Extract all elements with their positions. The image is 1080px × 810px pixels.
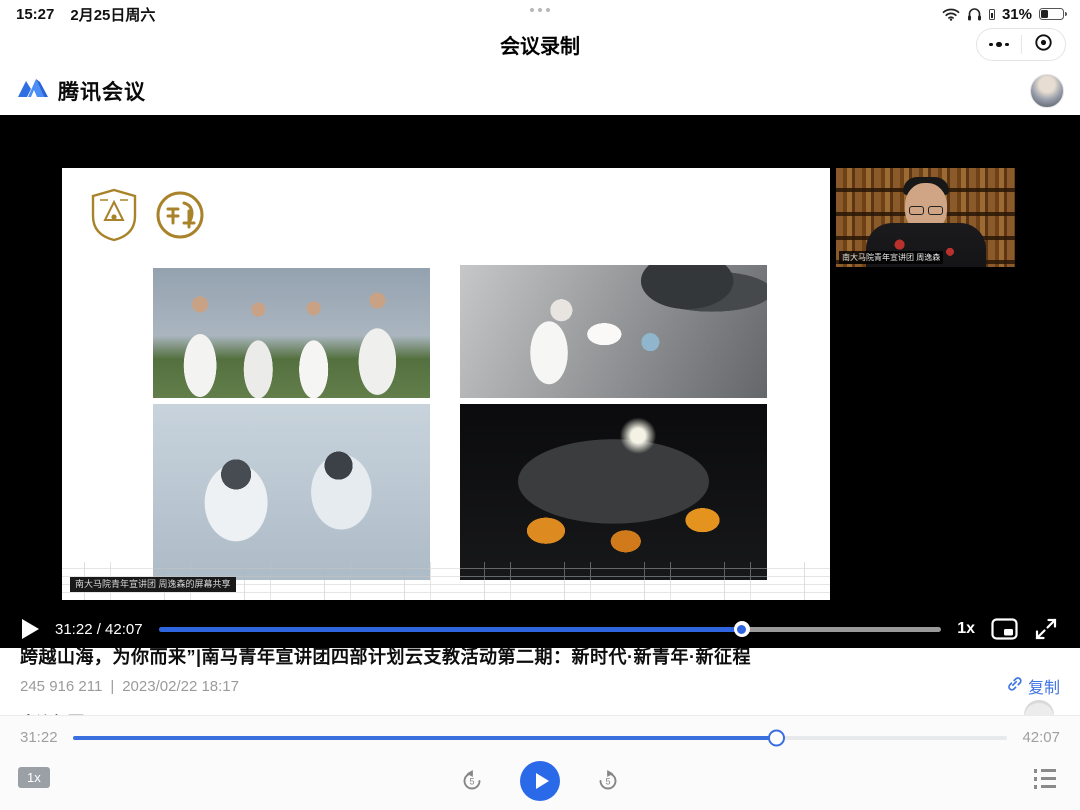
accessory-battery-icon <box>989 9 995 20</box>
total-time-label: 42:07 <box>1022 729 1060 746</box>
brand-name: 腾讯会议 <box>58 76 146 106</box>
recording-datetime: 2023/02/22 18:17 <box>122 678 239 695</box>
play-button[interactable] <box>520 761 560 801</box>
audio-progress-track[interactable] <box>73 736 1008 740</box>
speaker-video-tile[interactable]: 南大马院青年宣讲团 周逸森 <box>836 168 1015 267</box>
battery-percent: 31% <box>1002 6 1032 23</box>
chapter-list-icon[interactable] <box>1034 769 1057 789</box>
screen-share-watermark: 南大马院青年宣讲团 周逸森的屏幕共享 <box>70 577 236 592</box>
exit-record-button[interactable] <box>1022 29 1066 60</box>
university-shield-logo-icon <box>90 188 138 247</box>
recording-info: 跨越山海，为你而来”|南马青年宣讲团四部计划云支教活动第二期：新时代·新青年·新… <box>0 648 1080 716</box>
audio-progress-fill <box>73 736 776 740</box>
meta-separator: | <box>110 678 114 695</box>
user-avatar[interactable] <box>1030 74 1064 108</box>
video-player[interactable]: 南大马院青年宣讲团 周逸森的屏幕共享 南大马院青年宣讲团 周逸森 31:22 /… <box>0 115 1080 648</box>
video-time-display: 31:22 / 42:07 <box>55 621 143 638</box>
picture-in-picture-icon[interactable] <box>991 618 1018 640</box>
meeting-notes-section[interactable]: 会议纪要 <box>20 709 84 716</box>
bottom-player-bar: 31:22 42:07 1x 5 5 <box>0 716 1080 810</box>
meeting-recording-screen: 15:27 2月25日周六 31% 会议录制 <box>0 0 1080 810</box>
slide-photo-labcoat-group <box>153 268 430 398</box>
slide-logos <box>90 188 206 247</box>
play-triangle-icon <box>536 773 549 789</box>
fullscreen-icon[interactable] <box>1034 617 1058 641</box>
recording-meta: 245 916 211 | 2023/02/22 18:17 <box>20 678 239 695</box>
play-icon[interactable] <box>22 619 39 639</box>
battery-icon <box>1039 8 1064 20</box>
tencent-meeting-logo-icon <box>16 76 50 105</box>
more-button[interactable] <box>977 29 1021 60</box>
headphones-icon <box>967 7 982 21</box>
svg-text:5: 5 <box>469 777 474 787</box>
copy-link-button[interactable]: 复制 <box>1006 674 1060 698</box>
status-bar: 15:27 2月25日周六 31% <box>0 0 1080 28</box>
speaker-glasses <box>909 206 943 215</box>
clock-time: 15:27 <box>16 6 54 23</box>
video-control-bar: 31:22 / 42:07 1x <box>0 610 1080 648</box>
video-progress-thumb[interactable] <box>734 621 750 637</box>
speaker-name-label: 南大马院青年宣讲团 周逸森 <box>839 251 943 264</box>
floating-widget-partial[interactable] <box>1024 700 1054 716</box>
link-icon <box>1006 675 1023 697</box>
forward-5-icon[interactable]: 5 <box>596 769 620 793</box>
slide-photo-frost-soldiers <box>153 404 430 580</box>
playback-speed-button[interactable]: 1x <box>957 620 975 638</box>
brand: 腾讯会议 <box>16 76 146 106</box>
clock-date: 2月25日周六 <box>70 4 155 25</box>
shared-slide: 南大马院青年宣讲团 周逸森的屏幕共享 <box>62 168 830 600</box>
audio-progress-thumb[interactable] <box>768 729 785 746</box>
video-progress-track[interactable] <box>159 627 942 632</box>
slide-photo-night-workers <box>460 404 767 580</box>
record-circle-icon <box>1034 33 1053 57</box>
current-time-label: 31:22 <box>20 729 58 746</box>
rewind-5-icon[interactable]: 5 <box>460 769 484 793</box>
page-title: 会议录制 <box>500 30 580 59</box>
seal-logo-icon <box>154 189 206 246</box>
copy-link-label: 复制 <box>1028 674 1060 698</box>
multitask-handle-icon <box>530 8 550 12</box>
app-header: 腾讯会议 <box>0 66 1080 115</box>
meeting-notes-label: 会议纪要 <box>20 709 84 716</box>
slide-photo-snow-megaphone <box>460 265 767 398</box>
speed-badge-button[interactable]: 1x <box>18 767 50 788</box>
svg-text:5: 5 <box>605 777 610 787</box>
nav-bar: 会议录制 <box>0 28 1080 66</box>
video-progress-fill <box>159 627 742 632</box>
more-dots-icon <box>989 42 1009 48</box>
wifi-icon <box>942 8 960 21</box>
miniprogram-capsule <box>976 28 1066 61</box>
recording-title: 跨越山海，为你而来”|南马青年宣讲团四部计划云支教活动第二期：新时代·新青年·新… <box>20 648 1060 667</box>
meeting-id: 245 916 211 <box>20 678 102 695</box>
